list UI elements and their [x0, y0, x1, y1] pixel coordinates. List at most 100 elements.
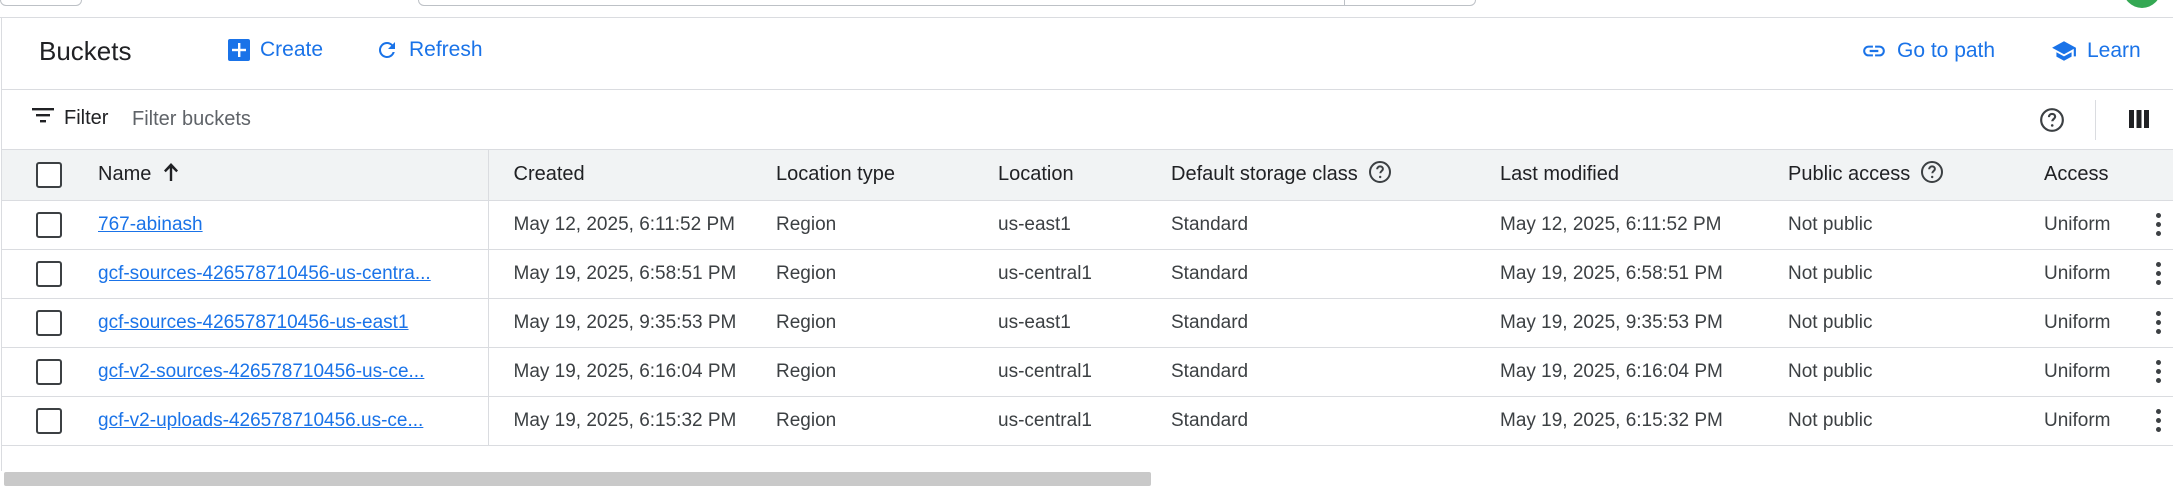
created-cell: May 19, 2025, 6:15:32 PM: [513, 409, 737, 431]
access-cell: Uniform: [2044, 409, 2111, 431]
help-icon[interactable]: [1368, 160, 1392, 190]
filter-input[interactable]: [132, 102, 932, 136]
row-checkbox-cell: [2, 347, 98, 396]
bucket-name-link[interactable]: gcf-v2-uploads-426578710456.us-ce...: [98, 410, 468, 432]
refresh-button[interactable]: Refresh: [375, 38, 483, 62]
storage-class-cell: Standard: [1171, 262, 1249, 284]
public-access-cell: Not public: [1788, 360, 1873, 382]
bucket-name-cell: gcf-sources-426578710456-us-centra...: [98, 249, 489, 298]
buckets-table: Name Created Location type Location Defa…: [2, 150, 2173, 446]
bucket-name-cell: 767-abinash: [98, 200, 489, 249]
access-cell: Uniform: [2044, 213, 2111, 235]
access-cell: Uniform: [2044, 262, 2111, 284]
table-row[interactable]: gcf-v2-sources-426578710456-us-ce... May…: [2, 347, 2173, 396]
row-checkbox[interactable]: [36, 358, 62, 385]
location-cell: us-central1: [998, 262, 1092, 284]
horizontal-scrollbar[interactable]: [4, 472, 1151, 486]
created-cell: May 19, 2025, 9:35:53 PM: [513, 311, 737, 333]
bucket-name-link[interactable]: gcf-sources-426578710456-us-east1: [98, 312, 468, 334]
more-vert-icon[interactable]: [2156, 262, 2162, 288]
last-modified-cell: May 12, 2025, 6:11:52 PM: [1500, 213, 1722, 235]
column-header-last-modified[interactable]: Last modified: [1500, 150, 1788, 200]
create-label: Create: [260, 38, 324, 61]
created-cell: May 19, 2025, 6:16:04 PM: [513, 360, 737, 382]
arrow-up-icon[interactable]: [161, 161, 181, 189]
help-icon[interactable]: [2039, 107, 2065, 138]
bucket-name-link[interactable]: 767-abinash: [98, 214, 468, 236]
column-header-access[interactable]: Access: [2044, 150, 2173, 200]
page-title: Buckets: [39, 36, 132, 66]
created-cell: May 12, 2025, 6:11:52 PM: [513, 213, 735, 235]
filter-divider: [2095, 100, 2096, 140]
filter-button[interactable]: Filter: [32, 106, 108, 130]
bucket-name-cell: gcf-sources-426578710456-us-east1: [98, 298, 489, 347]
bucket-name-cell: gcf-v2-sources-426578710456-us-ce...: [98, 347, 489, 396]
refresh-icon: [375, 38, 399, 62]
column-header-location-type[interactable]: Location type: [776, 150, 998, 200]
bucket-name-cell: gcf-v2-uploads-426578710456.us-ce...: [98, 396, 489, 445]
access-cell: Uniform: [2044, 311, 2111, 333]
column-header-name[interactable]: Name: [98, 150, 489, 200]
buckets-panel: Buckets Create Refresh Go to path Learn: [1, 18, 2173, 486]
bucket-name-link[interactable]: gcf-sources-426578710456-us-centra...: [98, 263, 468, 285]
row-checkbox-cell: [2, 298, 98, 347]
bucket-name-link[interactable]: gcf-v2-sources-426578710456-us-ce...: [98, 361, 468, 383]
table-row[interactable]: gcf-sources-426578710456-us-east1 May 19…: [2, 298, 2173, 347]
row-checkbox[interactable]: [36, 407, 62, 434]
go-to-path-button[interactable]: Go to path: [1861, 38, 1995, 64]
column-header-location[interactable]: Location: [998, 150, 1171, 200]
location-cell: us-central1: [998, 409, 1092, 431]
location-cell: us-central1: [998, 360, 1092, 382]
public-access-cell: Not public: [1788, 311, 1873, 333]
last-modified-cell: May 19, 2025, 6:58:51 PM: [1500, 262, 1723, 284]
column-header-public-access[interactable]: Public access: [1788, 150, 2044, 200]
column-header-storage-class[interactable]: Default storage class: [1171, 150, 1500, 200]
more-vert-icon[interactable]: [2156, 360, 2162, 386]
column-header-created[interactable]: Created: [488, 150, 776, 200]
go-to-path-label: Go to path: [1897, 39, 1996, 62]
table-header-row: Name Created Location type Location Defa…: [2, 150, 2173, 200]
create-button[interactable]: Create: [228, 38, 323, 62]
more-vert-icon[interactable]: [2156, 311, 2162, 337]
last-modified-cell: May 19, 2025, 6:15:32 PM: [1500, 409, 1723, 431]
last-modified-cell: May 19, 2025, 9:35:53 PM: [1500, 311, 1723, 333]
row-checkbox[interactable]: [36, 309, 62, 336]
school-icon: [2051, 38, 2077, 64]
last-modified-cell: May 19, 2025, 6:16:04 PM: [1500, 360, 1723, 382]
storage-class-cell: Standard: [1171, 409, 1249, 431]
more-vert-icon[interactable]: [2156, 213, 2162, 239]
global-search-box[interactable]: [418, 0, 1476, 6]
learn-button[interactable]: Learn: [2051, 38, 2141, 64]
select-all-cell: [2, 150, 98, 200]
refresh-label: Refresh: [409, 38, 483, 61]
more-vert-icon[interactable]: [2156, 409, 2162, 435]
select-all-checkbox[interactable]: [36, 161, 62, 188]
location-cell: us-east1: [998, 213, 1071, 235]
filter-bar: Filter: [2, 90, 2173, 150]
table-row[interactable]: gcf-sources-426578710456-us-centra... Ma…: [2, 249, 2173, 298]
help-icon[interactable]: [1920, 160, 1944, 190]
table-row[interactable]: gcf-v2-uploads-426578710456.us-ce... May…: [2, 396, 2173, 445]
add-box-icon: [228, 39, 250, 61]
public-access-label: Public access: [1788, 163, 1911, 186]
row-checkbox[interactable]: [36, 211, 62, 238]
created-cell: May 19, 2025, 6:58:51 PM: [513, 262, 737, 284]
table-row[interactable]: 767-abinash May 12, 2025, 6:11:52 PM Reg…: [2, 200, 2173, 249]
toolbar: Buckets Create Refresh Go to path Learn: [2, 18, 2173, 90]
location-type-cell: Region: [776, 262, 837, 284]
storage-class-cell: Standard: [1171, 311, 1249, 333]
location-type-cell: Region: [776, 360, 837, 382]
project-picker[interactable]: [0, 0, 82, 6]
column-display-icon[interactable]: [2128, 108, 2150, 135]
access-cell: Uniform: [2044, 360, 2111, 382]
storage-class-cell: Standard: [1171, 213, 1249, 235]
filter-icon: [32, 106, 54, 130]
learn-label: Learn: [2087, 39, 2141, 62]
public-access-cell: Not public: [1788, 213, 1873, 235]
row-checkbox[interactable]: [36, 260, 62, 287]
avatar[interactable]: [2123, 0, 2161, 8]
public-access-cell: Not public: [1788, 409, 1873, 431]
location-cell: us-east1: [998, 311, 1071, 333]
row-checkbox-cell: [2, 200, 98, 249]
filter-label: Filter: [64, 106, 109, 129]
